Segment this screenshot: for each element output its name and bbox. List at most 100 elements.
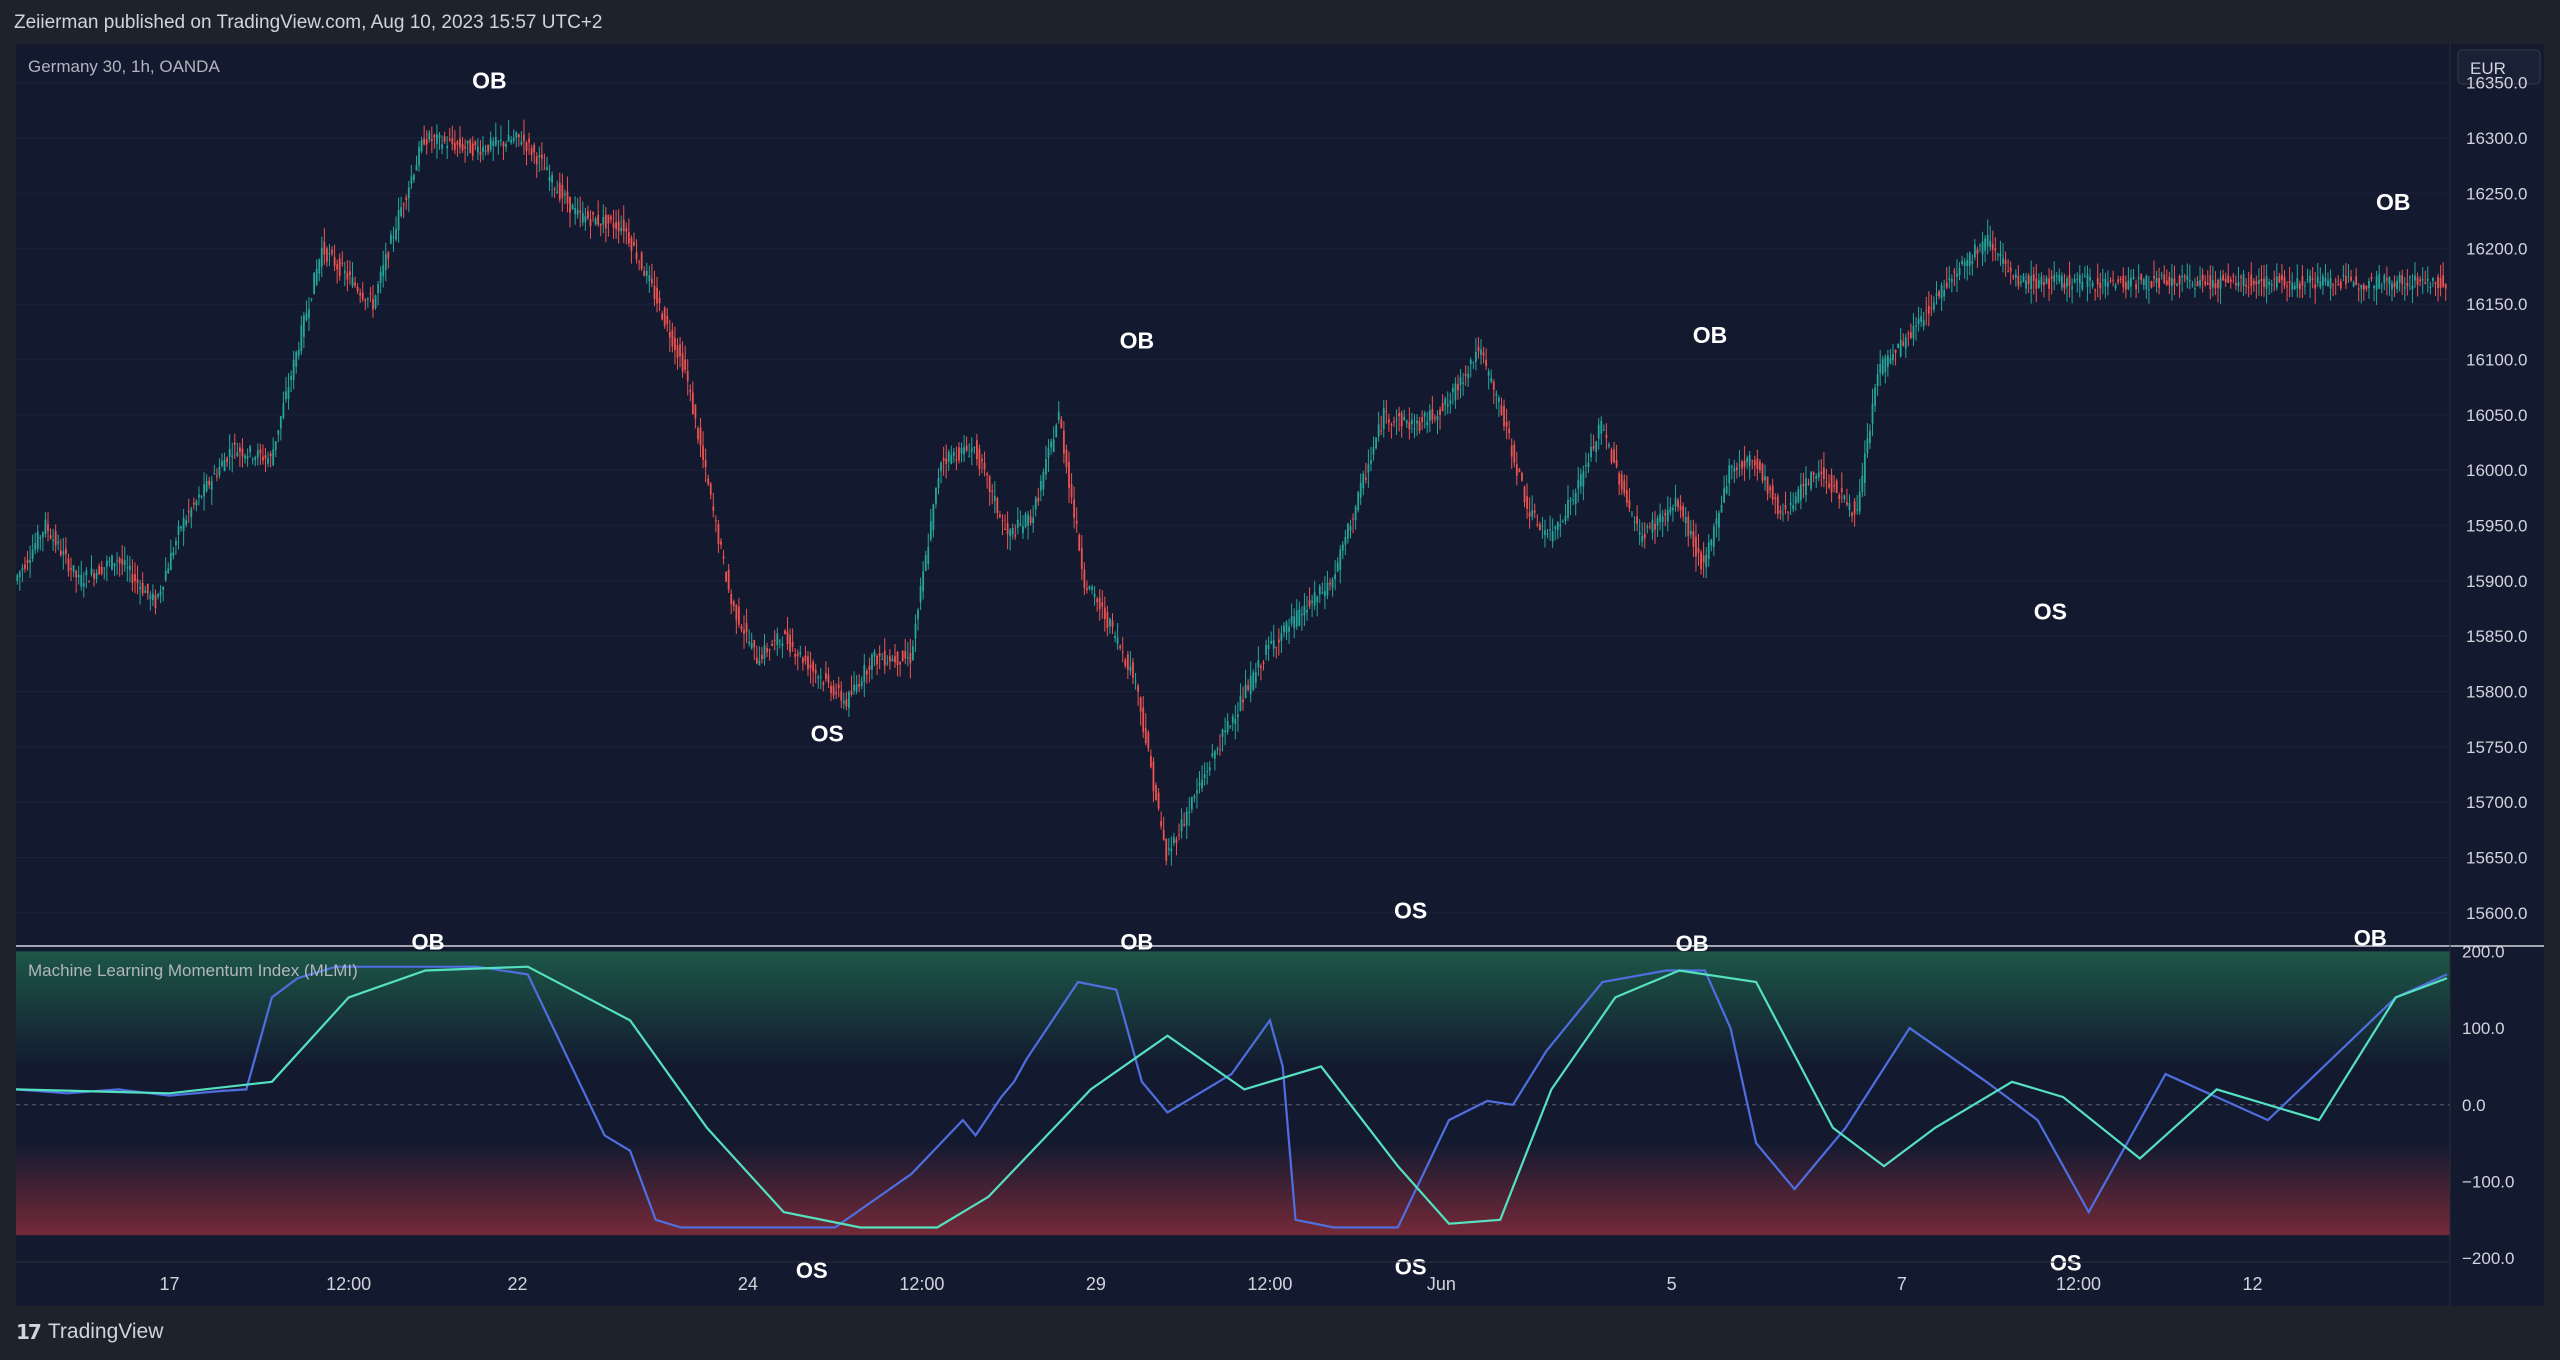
tradingview-logo[interactable]: 17 TradingView xyxy=(16,1320,163,1344)
candle-body xyxy=(1897,343,1900,348)
candle-body xyxy=(1710,539,1713,546)
candle-body xyxy=(1984,238,1987,251)
candle-body xyxy=(1536,524,1539,526)
candle-body xyxy=(2278,276,2281,283)
candle-body xyxy=(1434,417,1436,419)
candle-body xyxy=(1546,533,1549,535)
candle-body xyxy=(1823,467,1825,480)
candle-body xyxy=(2429,286,2432,288)
candle-body xyxy=(553,188,556,190)
candle-body xyxy=(1446,403,1449,407)
candle-body xyxy=(1175,839,1178,844)
mlmi-signal-label: OB xyxy=(2354,926,2387,951)
candle-body xyxy=(149,594,152,599)
candle-body xyxy=(466,140,469,144)
candle-body xyxy=(691,392,694,415)
candle-body xyxy=(1920,316,1923,322)
candle-body xyxy=(2214,283,2217,289)
candle-body xyxy=(1528,512,1531,517)
candle-body xyxy=(134,573,136,581)
candle-body xyxy=(1608,444,1610,447)
candle-body xyxy=(1605,434,1608,439)
candle-body xyxy=(1372,447,1375,455)
candle-body xyxy=(2419,279,2422,282)
candle-body xyxy=(2150,281,2153,288)
candle-body xyxy=(1648,526,1651,528)
candle-body xyxy=(1103,607,1106,619)
candle-body xyxy=(1265,644,1267,655)
candle-body xyxy=(90,568,93,575)
candle-body xyxy=(658,297,661,304)
candle-body xyxy=(551,175,553,183)
candle-body xyxy=(714,519,717,521)
candle-body xyxy=(2345,276,2347,284)
chart-canvas[interactable]: OBOSOBOSOBOSOB Germany 30, 1h, OANDA EUR… xyxy=(0,0,2560,1360)
candle-body xyxy=(310,298,313,300)
candle-body xyxy=(561,184,564,198)
candle-body xyxy=(2094,289,2097,291)
candle-body xyxy=(1997,253,1999,255)
candle-body xyxy=(883,650,886,666)
candle-body xyxy=(2324,278,2327,282)
candle-body xyxy=(2304,285,2306,287)
mlmi-y-tick: −100.0 xyxy=(2462,1172,2514,1191)
candle-body xyxy=(960,447,963,454)
candle-body xyxy=(1057,411,1060,421)
candle-body xyxy=(1444,398,1447,405)
candle-body xyxy=(1457,384,1459,391)
candle-body xyxy=(1119,645,1122,648)
candle-body xyxy=(100,567,103,574)
candle-body xyxy=(627,232,630,244)
price-y-tick: 15750.0 xyxy=(2466,738,2527,757)
candle-body xyxy=(300,325,303,352)
candle-body xyxy=(461,143,464,151)
candle-body xyxy=(1047,448,1050,458)
candle-body xyxy=(1178,834,1180,836)
candle-body xyxy=(855,684,858,692)
candle-body xyxy=(1840,487,1843,492)
x-tick-label: 12:00 xyxy=(1247,1274,1292,1294)
candle-body xyxy=(1577,480,1580,489)
candle-body xyxy=(1771,485,1774,500)
candle-body xyxy=(1326,582,1329,596)
candle-body xyxy=(1134,681,1137,683)
candle-body xyxy=(1022,526,1024,534)
candle-body xyxy=(927,547,930,564)
candle-body xyxy=(697,428,699,440)
candle-body xyxy=(2007,271,2010,273)
candle-body xyxy=(377,283,379,294)
candle-body xyxy=(2099,282,2102,289)
candle-body xyxy=(1874,387,1876,406)
candle-body xyxy=(1858,491,1861,512)
candle-body xyxy=(2234,283,2237,286)
candle-body xyxy=(1001,520,1004,522)
candle-body xyxy=(326,248,328,262)
candle-body xyxy=(1587,462,1590,468)
candle-body xyxy=(1971,260,1974,264)
candle-body xyxy=(356,286,359,292)
candle-body xyxy=(1385,411,1388,413)
candle-body xyxy=(1892,353,1894,361)
candle-body xyxy=(223,459,226,472)
candle-body xyxy=(1846,502,1848,505)
candle-body xyxy=(1669,507,1672,513)
candle-body xyxy=(1989,240,1992,248)
candle-body xyxy=(2155,278,2158,283)
candle-body xyxy=(1180,819,1183,832)
candle-body xyxy=(1925,309,1928,311)
candle-body xyxy=(1733,467,1736,472)
candle-body xyxy=(292,359,295,381)
candle-body xyxy=(1559,524,1562,527)
candle-body xyxy=(732,601,735,606)
candle-body xyxy=(2107,282,2109,287)
candle-body xyxy=(2227,275,2230,283)
candle-body xyxy=(2329,278,2332,289)
candle-body xyxy=(1641,535,1644,542)
candle-body xyxy=(2145,275,2148,290)
candle-body xyxy=(1789,502,1792,506)
candle-body xyxy=(2321,276,2324,286)
candle-body xyxy=(1162,829,1165,841)
candle-body xyxy=(1723,488,1725,503)
candle-body xyxy=(1784,505,1787,510)
candle-body xyxy=(1623,480,1626,494)
